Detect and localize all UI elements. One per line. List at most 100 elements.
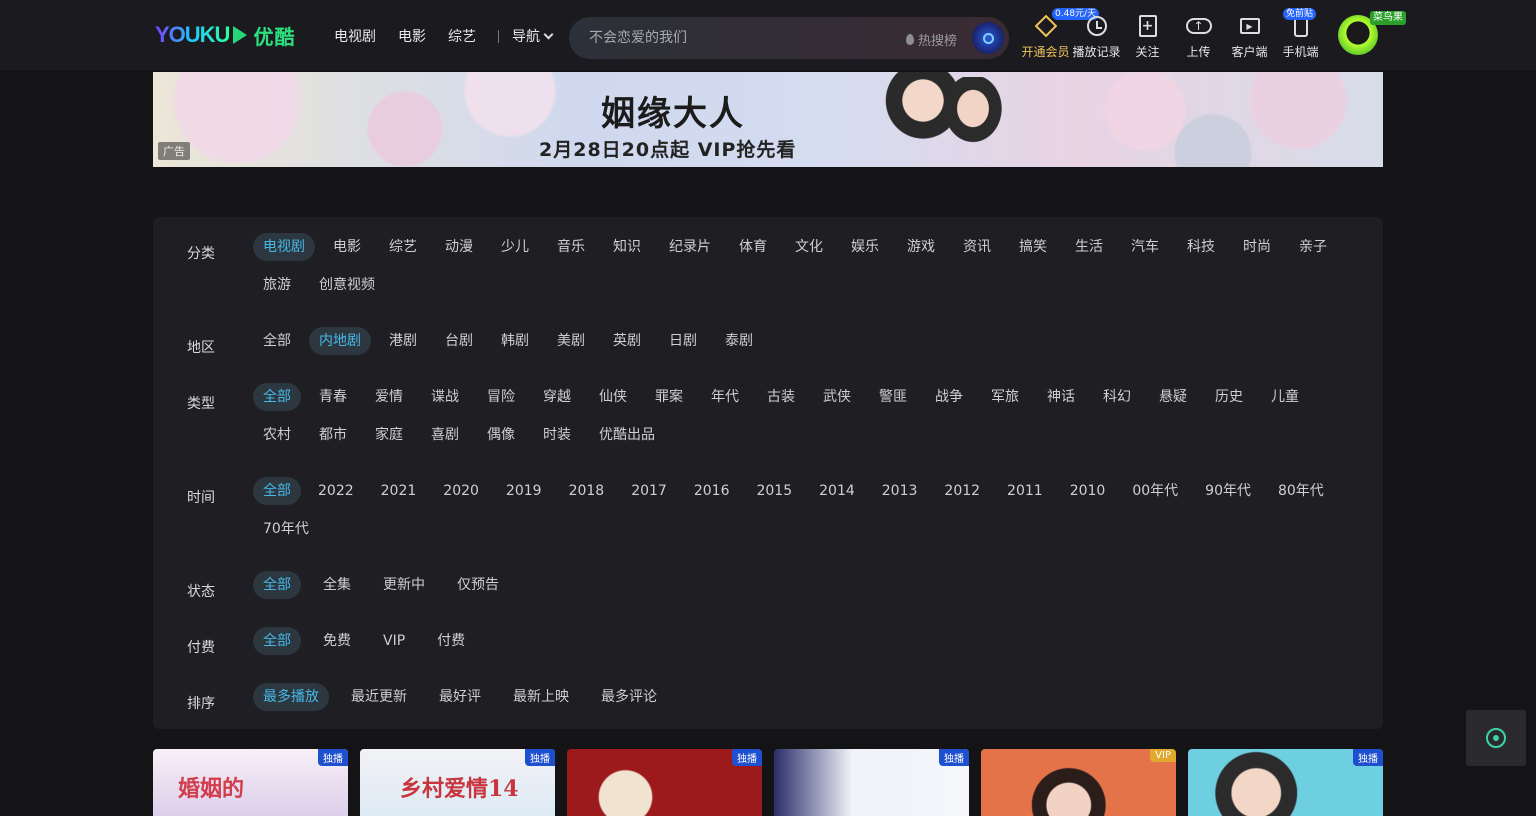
filter-option[interactable]: 港剧 (379, 327, 427, 355)
filter-option[interactable]: 喜剧 (421, 421, 469, 449)
filter-option[interactable]: 优酷出品 (589, 421, 665, 449)
filter-option[interactable]: 科幻 (1093, 383, 1141, 411)
filter-option[interactable]: 知识 (603, 233, 651, 261)
filter-option[interactable]: 爱情 (365, 383, 413, 411)
filter-option[interactable]: 战争 (925, 383, 973, 411)
filter-option[interactable]: 历史 (1205, 383, 1253, 411)
filter-option[interactable]: 动漫 (435, 233, 483, 261)
vip-button[interactable]: 0.48元/天 开通会员 (1020, 8, 1100, 60)
filter-option[interactable]: 2019 (496, 477, 552, 505)
filter-option[interactable]: 偶像 (477, 421, 525, 449)
filter-option[interactable]: VIP (373, 627, 415, 655)
filter-option[interactable]: 汽车 (1121, 233, 1169, 261)
filter-option[interactable]: 最多评论 (591, 683, 667, 711)
filter-option[interactable]: 儿童 (1261, 383, 1309, 411)
filter-option[interactable]: 电视剧 (253, 233, 315, 261)
filter-option[interactable]: 神话 (1037, 383, 1085, 411)
filter-option[interactable]: 武侠 (813, 383, 861, 411)
filter-option[interactable]: 纪录片 (659, 233, 721, 261)
filter-option[interactable]: 冒险 (477, 383, 525, 411)
filter-option[interactable]: 2016 (684, 477, 740, 505)
filter-option[interactable]: 罪案 (645, 383, 693, 411)
filter-option[interactable]: 仅预告 (447, 571, 509, 599)
video-card[interactable]: VIP (981, 749, 1176, 816)
youku-logo[interactable]: YOUKU 优酷 (155, 20, 295, 50)
filter-option[interactable]: 青春 (309, 383, 357, 411)
search-button[interactable] (972, 22, 1004, 54)
filter-option[interactable]: 穿越 (533, 383, 581, 411)
filter-option[interactable]: 综艺 (379, 233, 427, 261)
filter-option[interactable]: 年代 (701, 383, 749, 411)
history-button[interactable]: 播放记录 (1071, 12, 1122, 60)
filter-option[interactable]: 亲子 (1289, 233, 1337, 261)
filter-option[interactable]: 娱乐 (841, 233, 889, 261)
filter-option[interactable]: 美剧 (547, 327, 595, 355)
filter-option[interactable]: 台剧 (435, 327, 483, 355)
video-card[interactable]: 乡村爱情14 独播 (360, 749, 555, 816)
filter-option[interactable]: 最近更新 (341, 683, 417, 711)
filter-option[interactable]: 90年代 (1195, 477, 1261, 505)
filter-option[interactable]: 少儿 (491, 233, 539, 261)
filter-option[interactable]: 科技 (1177, 233, 1225, 261)
filter-option[interactable]: 时装 (533, 421, 581, 449)
nav-tv[interactable]: 电视剧 (334, 26, 376, 46)
hot-search-link[interactable]: 热搜榜 (906, 30, 957, 49)
follow-button[interactable]: + 关注 (1122, 12, 1173, 60)
filter-option[interactable]: 更新中 (373, 571, 435, 599)
filter-option[interactable]: 悬疑 (1149, 383, 1197, 411)
filter-option[interactable]: 最多播放 (253, 683, 329, 711)
nav-variety[interactable]: 综艺 (448, 26, 476, 46)
filter-option[interactable]: 2011 (997, 477, 1053, 505)
filter-option[interactable]: 2010 (1060, 477, 1116, 505)
client-button[interactable]: ▶ 客户端 (1224, 12, 1275, 60)
filter-option[interactable]: 全部 (253, 571, 301, 599)
feedback-float-button[interactable] (1466, 710, 1526, 766)
filter-option[interactable]: 军旅 (981, 383, 1029, 411)
filter-option[interactable]: 农村 (253, 421, 301, 449)
filter-option[interactable]: 全集 (313, 571, 361, 599)
filter-option[interactable]: 最新上映 (503, 683, 579, 711)
mobile-button[interactable]: 免前贴 手机端 (1275, 8, 1326, 60)
filter-option[interactable]: 全部 (253, 383, 301, 411)
filter-option[interactable]: 搞笑 (1009, 233, 1057, 261)
filter-option[interactable]: 2015 (746, 477, 802, 505)
filter-option[interactable]: 最好评 (429, 683, 491, 711)
filter-option[interactable]: 2022 (308, 477, 364, 505)
filter-option[interactable]: 韩剧 (491, 327, 539, 355)
filter-option[interactable]: 体育 (729, 233, 777, 261)
filter-option[interactable]: 2021 (371, 477, 427, 505)
filter-option[interactable]: 游戏 (897, 233, 945, 261)
search-input[interactable] (589, 17, 889, 59)
filter-option[interactable]: 生活 (1065, 233, 1113, 261)
filter-option[interactable]: 谍战 (421, 383, 469, 411)
filter-option[interactable]: 古装 (757, 383, 805, 411)
video-card[interactable]: 独播 (1188, 749, 1383, 816)
filter-option[interactable]: 付费 (427, 627, 475, 655)
filter-option[interactable]: 00年代 (1122, 477, 1188, 505)
filter-option[interactable]: 创意视频 (309, 271, 385, 299)
filter-option[interactable]: 内地剧 (309, 327, 371, 355)
filter-option[interactable]: 英剧 (603, 327, 651, 355)
filter-option[interactable]: 文化 (785, 233, 833, 261)
filter-option[interactable]: 电影 (323, 233, 371, 261)
filter-option[interactable]: 2020 (433, 477, 489, 505)
filter-option[interactable]: 家庭 (365, 421, 413, 449)
filter-option[interactable]: 2012 (934, 477, 990, 505)
filter-option[interactable]: 音乐 (547, 233, 595, 261)
filter-option[interactable]: 2017 (621, 477, 677, 505)
filter-option[interactable]: 全部 (253, 327, 301, 355)
ad-banner[interactable]: 姻缘大人 2月28日20点起 VIP抢先看 广告 (153, 72, 1383, 167)
video-card[interactable]: 独播 (567, 749, 762, 816)
filter-option[interactable]: 日剧 (659, 327, 707, 355)
filter-option[interactable]: 仙侠 (589, 383, 637, 411)
filter-option[interactable]: 2018 (559, 477, 615, 505)
filter-option[interactable]: 2014 (809, 477, 865, 505)
filter-option[interactable]: 免费 (313, 627, 361, 655)
filter-option[interactable]: 旅游 (253, 271, 301, 299)
filter-option[interactable]: 都市 (309, 421, 357, 449)
filter-option[interactable]: 80年代 (1268, 477, 1334, 505)
upload-button[interactable]: ↑ 上传 (1173, 12, 1224, 60)
filter-option[interactable]: 全部 (253, 477, 301, 505)
filter-option[interactable]: 警匪 (869, 383, 917, 411)
filter-option[interactable]: 全部 (253, 627, 301, 655)
